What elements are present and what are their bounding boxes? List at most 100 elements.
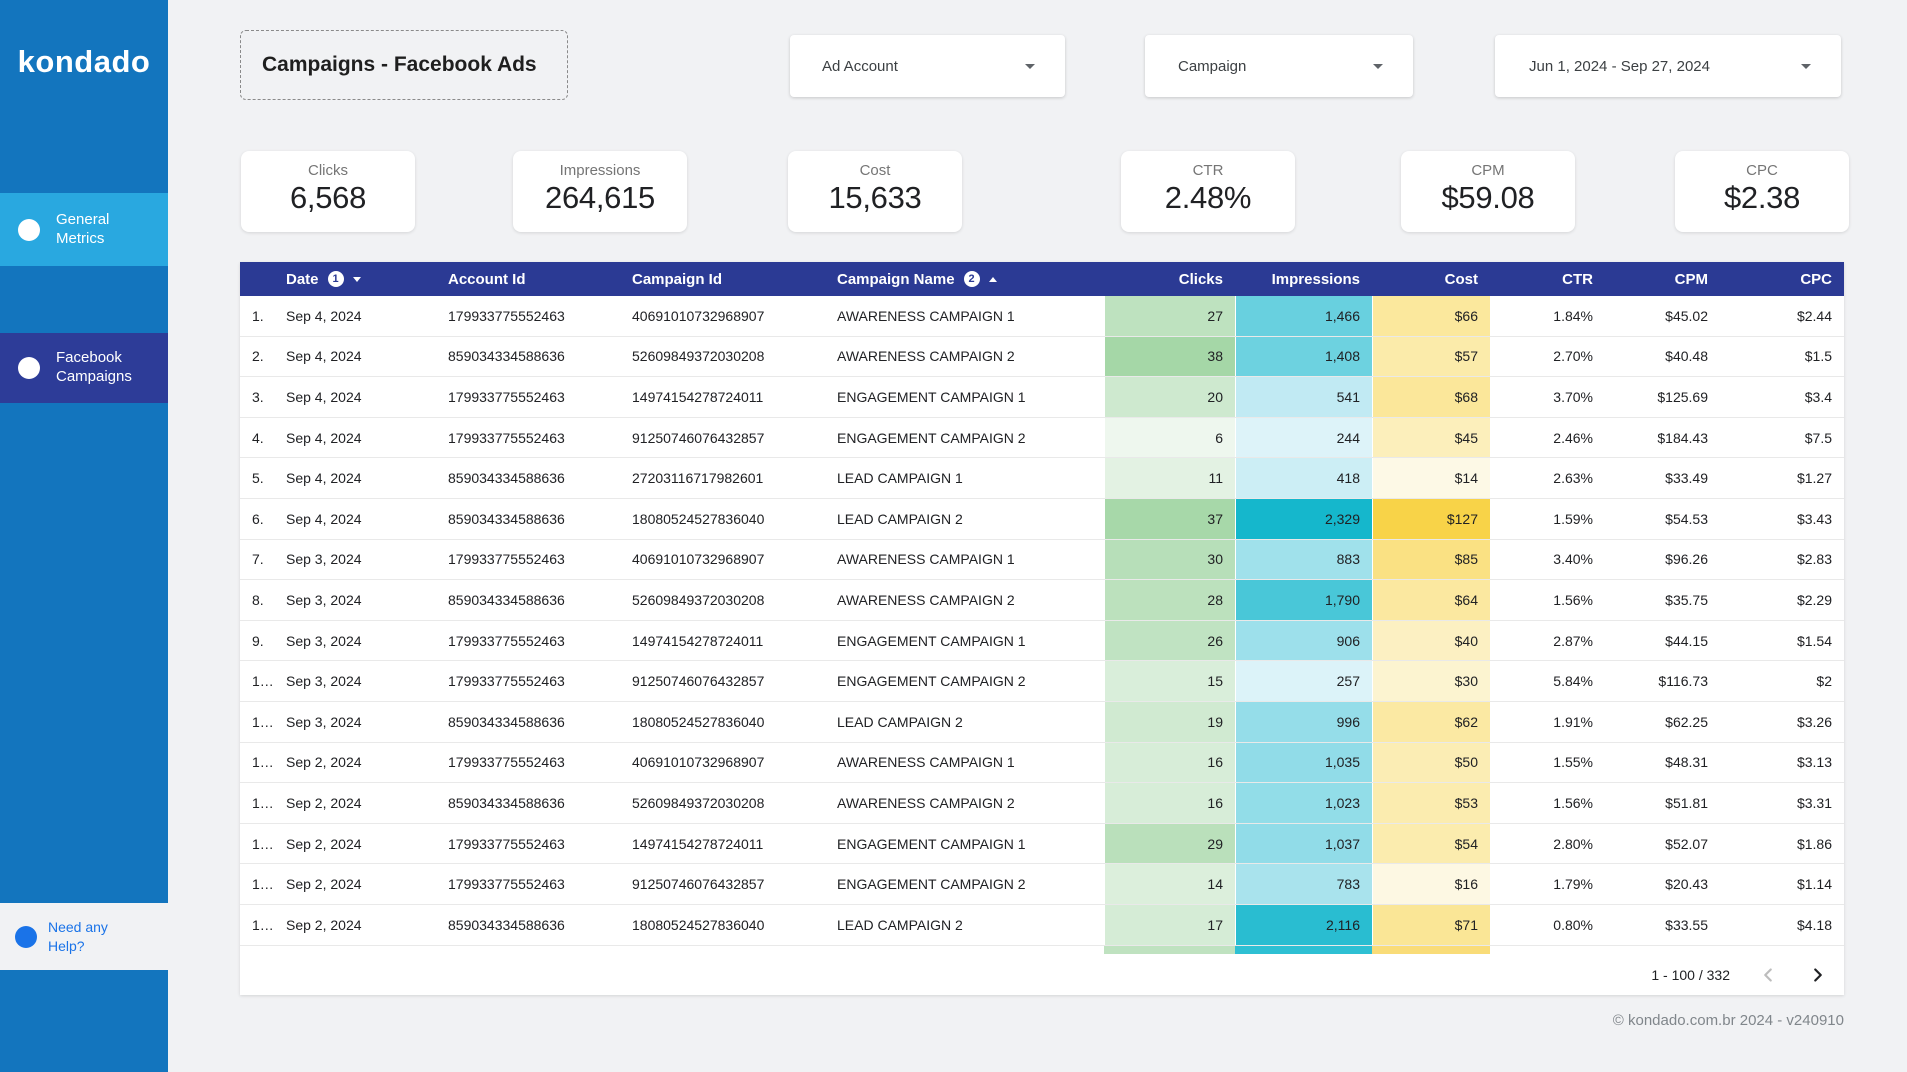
cell-ctr: 2.70% (1553, 348, 1593, 365)
cell-cpc: $7.5 (1804, 429, 1832, 446)
header-campaign-name[interactable]: Campaign Name 2 (837, 271, 1104, 288)
cell-clicks: 14 (1104, 864, 1235, 904)
cell-cpm: $116.73 (1658, 673, 1708, 690)
cell-clicks: 38 (1104, 336, 1235, 377)
cell-campaign-id: 14974154278724011 (632, 388, 764, 405)
cell-account-id: 859034334588636 (448, 713, 565, 730)
partial-impressions-cell (1235, 945, 1372, 954)
cell-clicks: 28 (1104, 580, 1235, 620)
previous-page-button[interactable] (1756, 963, 1780, 987)
scorecard-cost: Cost 15,633 (788, 151, 962, 232)
sidebar-item-label: Facebook Campaigns (56, 349, 132, 385)
campaigns-table: Date 1 Account Id Campaign Id Campaign N… (240, 262, 1844, 995)
cell-impressions: 1,466 (1235, 296, 1372, 336)
header-campaign-id[interactable]: Campaign Id (632, 271, 837, 288)
cell-campaign-id: 91250746076432857 (632, 429, 765, 446)
cell-cpc: $1.14 (1796, 876, 1832, 893)
cell-ctr: 1.56% (1553, 591, 1593, 608)
scorecard-cpc: CPC $2.38 (1675, 151, 1849, 232)
cell-campaign-id: 14974154278724011 (632, 632, 764, 649)
scorecard-ctr: CTR 2.48% (1121, 151, 1295, 232)
cell-account-id: 859034334588636 (448, 470, 565, 487)
cell-row-number: 3. (252, 388, 264, 405)
cell-clicks: 19 (1104, 701, 1235, 742)
cell-campaign-name: LEAD CAMPAIGN 2 (837, 916, 963, 933)
cell-clicks: 20 (1104, 377, 1235, 417)
header-ctr[interactable]: CTR (1490, 271, 1605, 288)
partial-clicks-cell (1104, 945, 1235, 954)
cell-impressions: 883 (1235, 539, 1372, 580)
cell-impressions: 1,790 (1235, 580, 1372, 620)
cell-cpc: $3.31 (1796, 794, 1832, 811)
cell-cpc: $2.29 (1796, 591, 1832, 608)
cell-cpm: $96.26 (1665, 551, 1708, 568)
cell-cpc: $4.18 (1796, 916, 1832, 933)
cell-row-number: 7. (252, 551, 264, 568)
sort-asc-icon (988, 276, 997, 282)
cell-date: Sep 3, 2024 (286, 632, 362, 649)
header-impressions[interactable]: Impressions (1235, 271, 1372, 288)
cell-cpc: $3.13 (1796, 754, 1832, 771)
cell-cpm: $51.81 (1665, 794, 1708, 811)
cell-campaign-id: 52609849372030208 (632, 794, 765, 811)
filter-date-range[interactable]: Jun 1, 2024 - Sep 27, 2024 (1495, 35, 1841, 97)
cell-cost: $62 (1372, 701, 1490, 742)
cell-account-id: 179933775552463 (448, 632, 565, 649)
sidebar: kondado General Metrics Facebook Campaig… (0, 0, 168, 1072)
cell-cost: $54 (1372, 823, 1490, 864)
cell-impressions: 2,329 (1235, 498, 1372, 539)
cell-cost: $85 (1372, 539, 1490, 580)
cell-date: Sep 2, 2024 (286, 916, 362, 933)
cell-ctr: 2.80% (1553, 835, 1593, 852)
cell-account-id: 859034334588636 (448, 591, 565, 608)
scorecard-label: CTR (1192, 162, 1224, 179)
cell-account-id: 859034334588636 (448, 794, 565, 811)
cell-campaign-name: ENGAGEMENT CAMPAIGN 2 (837, 429, 1026, 446)
cell-campaign-id: 91250746076432857 (632, 673, 765, 690)
header-date[interactable]: Date 1 (286, 271, 448, 288)
cell-campaign-id: 18080524527836040 (632, 916, 765, 933)
table-row: 1. Sep 4, 2024 179933775552463 406910107… (240, 296, 1844, 337)
copyright-text: © kondado.com.br 2024 - v240910 (1612, 1012, 1844, 1029)
cell-impressions: 2,116 (1235, 904, 1372, 945)
header-cpm[interactable]: CPM (1605, 271, 1720, 288)
cell-impressions: 996 (1235, 701, 1372, 742)
scorecard-label: CPM (1471, 162, 1505, 179)
header-label: Date (286, 270, 319, 288)
cell-account-id: 859034334588636 (448, 510, 565, 527)
cell-cpc: $1.5 (1804, 348, 1832, 365)
cell-date: Sep 2, 2024 (286, 754, 362, 771)
cell-date: Sep 2, 2024 (286, 835, 362, 852)
cell-row-number: 2. (252, 348, 264, 365)
cell-impressions: 1,035 (1235, 742, 1372, 783)
next-page-button[interactable] (1806, 963, 1830, 987)
help-link[interactable]: Need any Help? (0, 903, 168, 970)
table-body: 1. Sep 4, 2024 179933775552463 406910107… (240, 296, 1844, 946)
partial-cost-cell (1372, 945, 1490, 954)
cell-cpc: $1.27 (1796, 470, 1832, 487)
sidebar-item-general-metrics[interactable]: General Metrics (0, 193, 168, 266)
sidebar-item-facebook-campaigns[interactable]: Facebook Campaigns (0, 333, 168, 403)
filter-campaign[interactable]: Campaign (1145, 35, 1413, 97)
table-row: 1… Sep 3, 2024 179933775552463 912507460… (240, 661, 1844, 702)
cell-account-id: 179933775552463 (448, 551, 565, 568)
header-clicks[interactable]: Clicks (1104, 271, 1235, 288)
cell-clicks: 29 (1104, 823, 1235, 864)
cell-campaign-name: LEAD CAMPAIGN 1 (837, 470, 963, 487)
table-row: 3. Sep 4, 2024 179933775552463 149741542… (240, 377, 1844, 418)
page-title-box: Campaigns - Facebook Ads (240, 30, 568, 100)
filter-ad-account[interactable]: Ad Account (790, 35, 1065, 97)
cell-cost: $68 (1372, 377, 1490, 417)
cell-row-number: 1… (252, 876, 274, 893)
cell-ctr: 1.56% (1553, 794, 1593, 811)
cell-cpm: $184.43 (1657, 429, 1708, 446)
cell-cpc: $2.83 (1796, 551, 1832, 568)
cell-campaign-name: ENGAGEMENT CAMPAIGN 2 (837, 673, 1026, 690)
header-cost[interactable]: Cost (1372, 271, 1490, 288)
cell-date: Sep 4, 2024 (286, 348, 362, 365)
header-account-id[interactable]: Account Id (448, 271, 632, 288)
cell-row-number: 1… (252, 794, 274, 811)
header-cpc[interactable]: CPC (1720, 271, 1844, 288)
table-row: 1… Sep 2, 2024 859034334588636 526098493… (240, 783, 1844, 824)
cell-row-number: 1… (252, 673, 274, 690)
